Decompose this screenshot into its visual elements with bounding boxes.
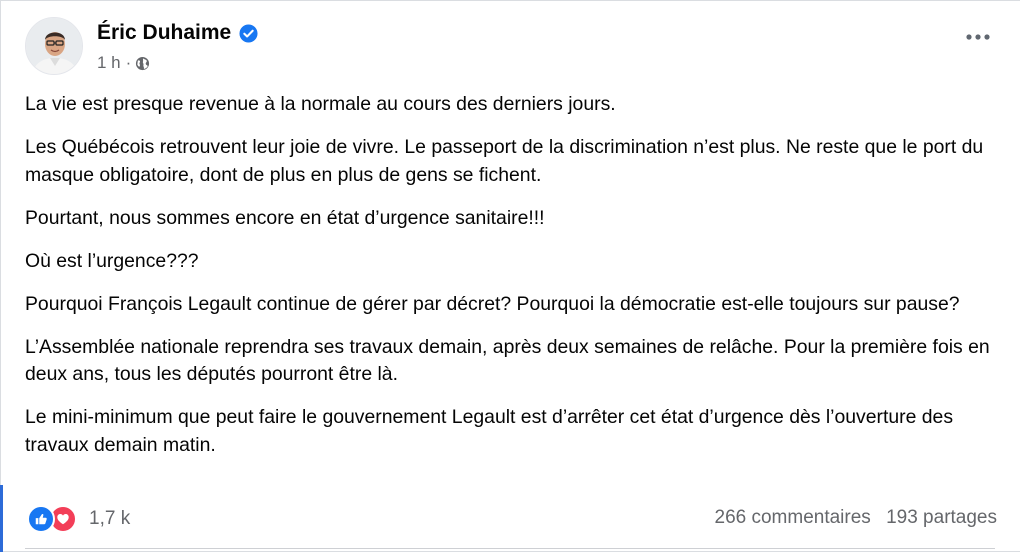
post-paragraph: La vie est presque revenue à la normale …: [25, 93, 616, 115]
post-paragraph: Les Québécois retrouvent leur joie de vi…: [25, 136, 984, 186]
post-meta: 1 h ·: [97, 53, 150, 73]
like-icon: [27, 505, 55, 533]
post-paragraph: Pourtant, nous sommes encore en état d’u…: [25, 206, 545, 229]
post-timestamp[interactable]: 1 h: [97, 53, 121, 73]
comments-count[interactable]: 266 commentaires: [715, 507, 871, 528]
footer-divider: [25, 548, 995, 549]
focus-accent-bar: [0, 485, 3, 552]
verified-badge-icon: [239, 23, 258, 43]
post-card: Éric Duhaime 1 h · La vie est presque re…: [0, 0, 1020, 552]
post-paragraph: L’Assemblée nationale reprendra ses trav…: [25, 335, 990, 386]
post-header: Éric Duhaime 1 h ·: [25, 17, 995, 79]
post-paragraph: Où est l’urgence???: [25, 249, 199, 272]
more-horizontal-icon: [966, 34, 990, 40]
globe-icon[interactable]: [135, 56, 150, 71]
reactions-summary[interactable]: 1,7 k: [27, 505, 130, 533]
author-avatar[interactable]: [25, 17, 83, 75]
post-footer: 1,7 k 266 commentaires 193 partages: [25, 501, 997, 535]
author-name-row: Éric Duhaime: [97, 21, 258, 45]
shares-count[interactable]: 193 partages: [886, 507, 997, 528]
engagement-stats: 266 commentaires 193 partages: [715, 507, 998, 529]
post-paragraph: Pourquoi François Legault continue de gé…: [25, 292, 960, 315]
meta-separator: ·: [125, 53, 132, 72]
person-avatar-icon: [26, 18, 82, 74]
author-name[interactable]: Éric Duhaime: [97, 21, 231, 45]
post-paragraph: Le mini-minimum que peut faire le gouver…: [25, 406, 954, 456]
reaction-count[interactable]: 1,7 k: [89, 508, 130, 530]
post-body: La vie est presque revenue à la normale …: [25, 91, 990, 475]
post-options-button[interactable]: [960, 23, 996, 51]
